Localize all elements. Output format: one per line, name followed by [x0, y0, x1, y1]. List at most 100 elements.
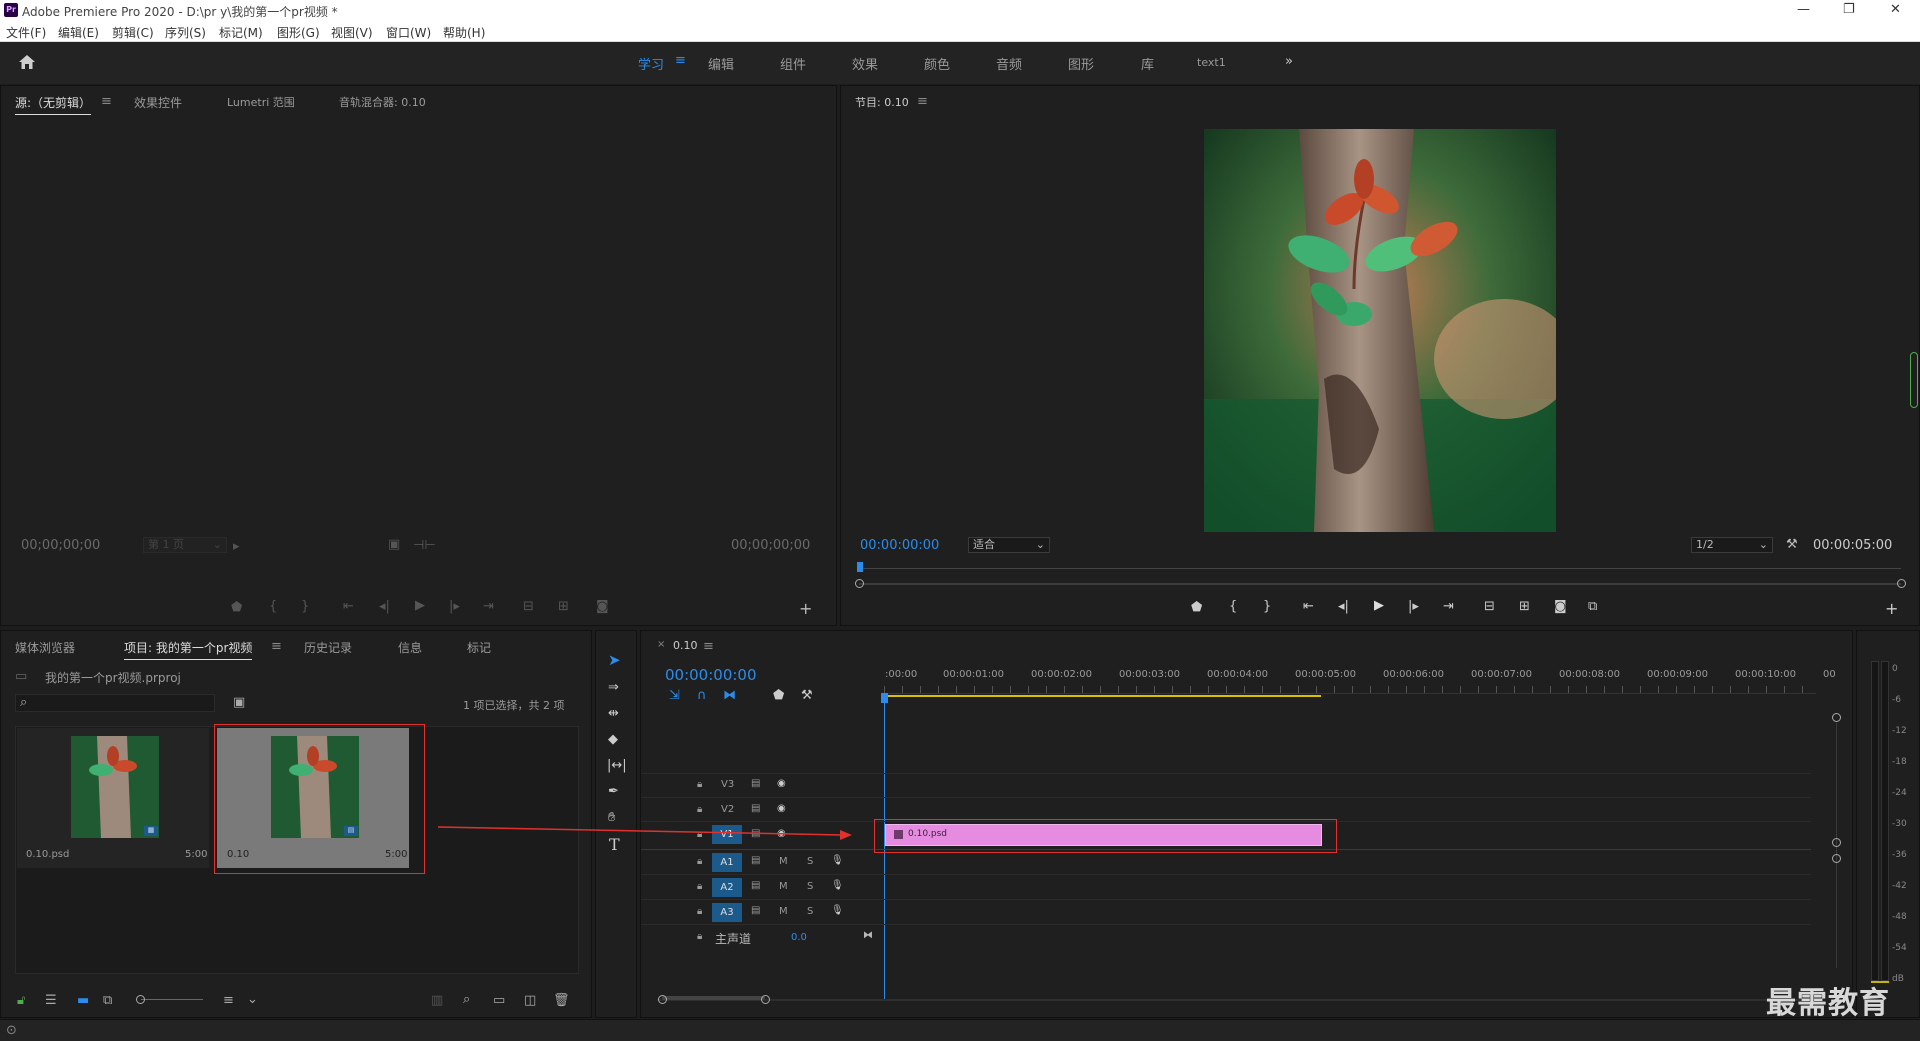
track-mute-button[interactable]: M [779, 906, 788, 917]
panel-scroll-indicator[interactable] [1910, 352, 1918, 408]
snap-icon[interactable]: ∩ [697, 689, 707, 702]
wrench-icon[interactable]: ⚒ [1786, 538, 1798, 551]
track-sync-icon[interactable]: ▤ [751, 803, 760, 814]
mark-in-icon[interactable]: { [1229, 600, 1237, 613]
comparison-view-icon[interactable]: ⧉ [1588, 600, 1597, 613]
go-to-in-icon[interactable]: ⇤ [1303, 600, 1314, 613]
zoom-slider[interactable] [141, 999, 203, 1000]
eye-icon[interactable]: ◉ [777, 803, 786, 814]
status-icon[interactable]: ⊙ [6, 1024, 17, 1037]
eye-icon[interactable]: ◉ [777, 778, 786, 789]
restore-button[interactable]: ❐ [1843, 2, 1855, 17]
menu-file[interactable]: 文件(F) [6, 24, 46, 41]
extract-icon[interactable]: ⊞ [1519, 600, 1530, 613]
workspace-library[interactable]: 库 [1141, 54, 1154, 73]
go-to-out-icon[interactable]: ⇥ [483, 600, 494, 613]
timeline-settings-icon[interactable]: ⚒ [801, 689, 813, 702]
menu-clip[interactable]: 剪辑(C) [112, 24, 154, 41]
add-button-icon[interactable]: + [799, 601, 812, 617]
tab-project[interactable]: 项目: 我的第一个pr视频 [124, 639, 253, 660]
project-search-input[interactable] [15, 694, 215, 712]
tab-source[interactable]: 源:（无剪辑） [15, 94, 92, 115]
track-divider-handle[interactable] [1832, 838, 1841, 847]
menu-graphics[interactable]: 图形(G) [277, 24, 320, 41]
microphone-icon[interactable]: 🎙︎ [831, 905, 844, 916]
menu-view[interactable]: 视图(V) [331, 24, 373, 41]
automate-to-sequence-icon[interactable]: ▥ [431, 994, 443, 1007]
program-playhead[interactable] [857, 562, 863, 572]
track-lock-icon[interactable]: 🔒︎ [697, 804, 702, 815]
workspace-learn[interactable]: 学习 [638, 54, 664, 73]
step-forward-icon[interactable]: |▸ [1408, 600, 1419, 613]
go-to-in-icon[interactable]: ⇤ [343, 600, 354, 613]
track-sync-icon[interactable]: ▤ [751, 905, 760, 916]
new-search-bin-icon[interactable]: ▣ [233, 696, 245, 709]
menu-window[interactable]: 窗口(W) [386, 24, 431, 41]
more-workspaces-icon[interactable]: » [1285, 54, 1293, 69]
insert-overwrite-icon[interactable]: ⊣⊢ [413, 539, 436, 552]
track-sync-icon[interactable]: ▤ [751, 880, 760, 891]
tab-info[interactable]: 信息 [398, 639, 422, 656]
mark-out-icon[interactable]: } [301, 600, 309, 613]
microphone-icon[interactable]: 🎙︎ [831, 880, 844, 891]
camera-icon[interactable]: ◙ [1554, 600, 1567, 613]
slip-tool-icon[interactable]: |↔| [607, 759, 627, 772]
zoom-handle-left[interactable] [855, 579, 864, 588]
workspace-text1[interactable]: text1 [1197, 56, 1226, 69]
find-icon[interactable]: ⌕ [463, 993, 470, 1006]
horizontal-scroll-thumb[interactable] [662, 996, 765, 1000]
workspace-edit[interactable]: 编辑 [708, 54, 734, 73]
track-divider-handle[interactable] [1832, 854, 1841, 863]
tab-sequence[interactable]: 0.10 [673, 639, 698, 652]
workspace-color[interactable]: 颜色 [924, 54, 950, 73]
menu-help[interactable]: 帮助(H) [443, 24, 485, 41]
add-button-icon[interactable]: + [1885, 601, 1898, 617]
list-view-icon[interactable]: ☰ [45, 994, 57, 1007]
program-zoom-bar[interactable] [859, 583, 1901, 585]
work-area-bar[interactable] [884, 695, 1321, 697]
camera-icon[interactable]: ◙ [596, 600, 609, 613]
track-mute-button[interactable]: M [779, 856, 788, 867]
track-solo-button[interactable]: S [807, 856, 813, 867]
mark-out-icon[interactable]: } [1263, 600, 1271, 613]
zoom-handle-right[interactable] [761, 995, 770, 1004]
fit-select[interactable]: 适合 ⌄ [968, 537, 1050, 553]
track-lock-icon[interactable]: 🔒︎ [697, 856, 702, 867]
workspace-audio[interactable]: 音频 [996, 54, 1022, 73]
zoom-handle-right[interactable] [1897, 579, 1906, 588]
menu-marker[interactable]: 标记(M) [219, 24, 263, 41]
horizontal-scrollbar[interactable] [657, 999, 1807, 1001]
pen-tool-icon[interactable]: ✒ [608, 785, 619, 798]
icon-view-icon[interactable]: ▬ [77, 994, 89, 1007]
zoom-handle-left[interactable] [658, 995, 667, 1004]
panel-menu-icon[interactable]: ≡ [101, 95, 112, 108]
marker-icon[interactable]: ⬟ [1191, 601, 1202, 614]
sort-icon[interactable]: ≡ [223, 994, 234, 1007]
tab-media-browser[interactable]: 媒体浏览器 [15, 639, 75, 656]
step-back-icon[interactable]: ◂| [379, 600, 390, 613]
track-sync-icon[interactable]: ▤ [751, 855, 760, 866]
menu-sequence[interactable]: 序列(S) [165, 24, 206, 41]
track-select-tool-icon[interactable]: ⇒ [608, 681, 619, 694]
track-lock-icon[interactable]: 🔒︎ [697, 779, 702, 790]
panel-menu-icon[interactable]: ≡ [917, 95, 928, 108]
workspace-learn-menu-icon[interactable]: ≡ [675, 53, 686, 68]
play-icon[interactable]: ▶ [415, 599, 425, 612]
project-item-0[interactable]: ▦ 0.10.psd 5:00 [17, 728, 209, 868]
new-item-icon[interactable]: ◫ [524, 994, 536, 1007]
track-lock-icon[interactable]: 🔒︎ [697, 906, 702, 917]
tab-history[interactable]: 历史记录 [304, 639, 352, 656]
razor-tool-icon[interactable]: ◆ [608, 733, 618, 746]
linked-selection-icon[interactable]: ⧓ [723, 689, 736, 702]
track-solo-button[interactable]: S [807, 881, 813, 892]
tab-effect-controls[interactable]: 效果控件 [134, 94, 182, 111]
microphone-icon[interactable]: 🎙︎ [831, 855, 844, 866]
tab-markers[interactable]: 标记 [467, 639, 491, 656]
track-solo-button[interactable]: S [807, 906, 813, 917]
vertical-zoom-handle[interactable] [1832, 713, 1841, 722]
track-a1-label[interactable]: A1 [712, 853, 742, 872]
panel-menu-icon[interactable]: ≡ [271, 640, 282, 653]
track-a3-label[interactable]: A3 [712, 903, 742, 922]
close-tab-icon[interactable]: × [657, 640, 665, 650]
mark-in-icon[interactable]: { [269, 600, 277, 613]
